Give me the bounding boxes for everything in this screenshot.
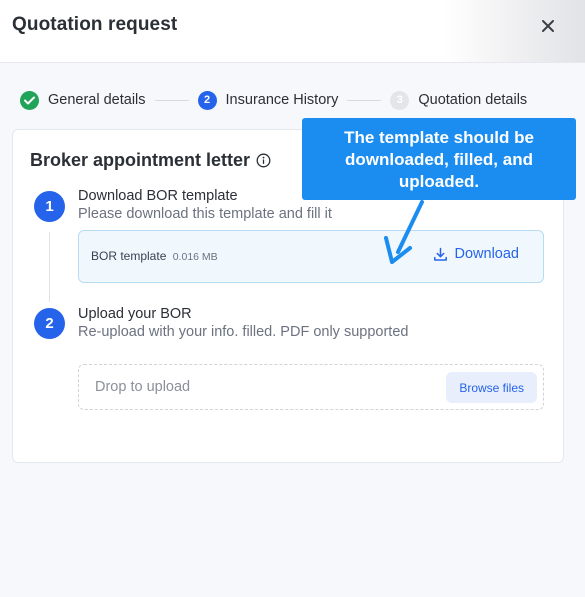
- step-label: Insurance History: [225, 92, 339, 108]
- close-icon: [542, 20, 554, 32]
- card-title: Broker appointment letter: [30, 150, 271, 171]
- browse-files-button[interactable]: Browse files: [446, 372, 537, 403]
- step-2-description: Re-upload with your info. filled. PDF on…: [78, 324, 409, 340]
- arrow-icon: [384, 200, 424, 264]
- upload-drop-zone[interactable]: Drop to upload Browse files: [78, 364, 544, 410]
- drop-placeholder: Drop to upload: [95, 379, 191, 395]
- file-name: BOR template: [91, 249, 167, 263]
- step-number: 2: [197, 90, 217, 110]
- step-connector-line: [49, 232, 50, 302]
- modal-header: Quotation request: [0, 0, 585, 63]
- step-quotation-details[interactable]: 3 Quotation details: [390, 90, 528, 110]
- close-button[interactable]: [536, 14, 560, 38]
- card-title-text: Broker appointment letter: [30, 150, 251, 170]
- file-size: 0.016 MB: [172, 251, 218, 263]
- modal-title: Quotation request: [12, 14, 178, 35]
- step-connector: [347, 99, 382, 101]
- tooltip-callout: The template should be downloaded, fille…: [302, 118, 576, 200]
- step-connector: [154, 99, 189, 101]
- check-icon: [20, 90, 39, 110]
- step-2-heading: Upload your BOR: [78, 306, 192, 322]
- file-info: BOR template 0.016 MB: [91, 249, 218, 263]
- step-1-badge: 1: [34, 191, 65, 222]
- download-button[interactable]: Download: [433, 246, 520, 262]
- step-label: General details: [48, 92, 146, 108]
- step-number: 3: [390, 90, 410, 110]
- progress-stepper: General details 2 Insurance History 3 Qu…: [20, 89, 585, 111]
- step-2-badge: 2: [34, 308, 65, 339]
- download-icon: [433, 247, 447, 261]
- download-label: Download: [454, 246, 520, 262]
- info-icon[interactable]: [256, 153, 271, 168]
- step-insurance-history[interactable]: 2 Insurance History: [197, 90, 339, 110]
- template-file: BOR template 0.016 MB Download: [78, 230, 544, 283]
- step-label: Quotation details: [418, 92, 528, 108]
- step-1-description: Please download this template and fill i…: [78, 206, 332, 222]
- step-general-details[interactable]: General details: [20, 90, 146, 110]
- step-1-heading: Download BOR template: [78, 188, 238, 204]
